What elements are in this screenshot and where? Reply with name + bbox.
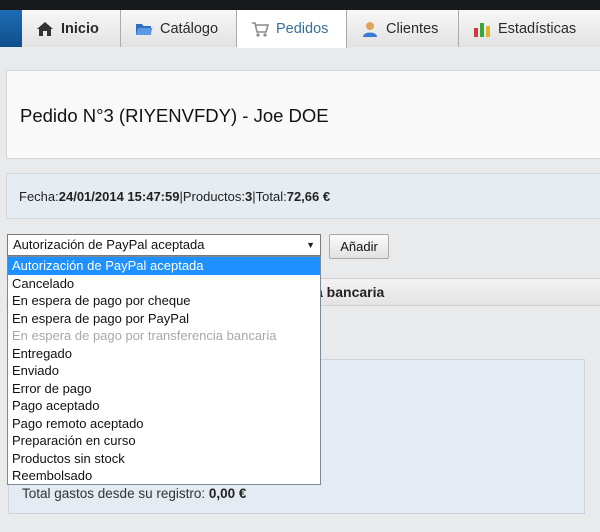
page-title: Pedido N°3 (RIYENVFDY) - Joe DOE bbox=[20, 105, 329, 126]
status-option[interactable]: Productos sin stock bbox=[8, 450, 320, 468]
tab-clientes-label: Clientes bbox=[386, 20, 439, 37]
folder-icon bbox=[135, 20, 153, 38]
tab-pedidos-label: Pedidos bbox=[276, 21, 329, 37]
status-option[interactable]: Error de pago bbox=[8, 380, 320, 398]
products-value: 3 bbox=[245, 188, 253, 204]
dropdown-arrow-icon[interactable]: ▼ bbox=[306, 235, 315, 255]
tab-catalogo[interactable]: Catálogo bbox=[121, 10, 237, 47]
total-label: Total: bbox=[255, 188, 287, 204]
tab-pedidos[interactable]: Pedidos bbox=[237, 10, 347, 48]
user-icon bbox=[361, 20, 379, 38]
add-status-button[interactable]: Añadir bbox=[329, 234, 389, 259]
status-option[interactable]: Reembolsado bbox=[8, 467, 320, 485]
status-option[interactable]: Enviado bbox=[8, 362, 320, 380]
status-option[interactable]: En espera de pago por PayPal bbox=[8, 310, 320, 328]
status-option[interactable]: Pago remoto aceptado bbox=[8, 415, 320, 433]
order-status-select[interactable]: Autorización de PayPal aceptada ▼ bbox=[7, 234, 321, 256]
order-title-panel: Pedido N°3 (RIYENVFDY) - Joe DOE bbox=[6, 70, 600, 159]
order-summary-bar: Fecha: 24/01/2014 15:47:59 | Productos: … bbox=[6, 173, 600, 219]
date-value: 24/01/2014 15:47:59 bbox=[58, 188, 180, 204]
cart-icon bbox=[251, 20, 270, 38]
products-label: Productos: bbox=[182, 188, 246, 204]
top-strip bbox=[0, 0, 600, 10]
total-spent-label: Total gastos desde su registro: bbox=[22, 486, 206, 501]
total-value: 72,66 € bbox=[286, 188, 331, 204]
customer-total-spent: Total gastos desde su registro: 0,00 € bbox=[22, 486, 246, 501]
date-label: Fecha: bbox=[19, 188, 59, 204]
payment-method-title-fragment: a bancaria bbox=[315, 284, 385, 300]
tab-clientes[interactable]: Clientes bbox=[347, 10, 459, 47]
main-tab-bar: Inicio Catálogo Pedidos Clientes Estadís… bbox=[0, 10, 600, 48]
status-option[interactable]: Autorización de PayPal aceptada bbox=[8, 257, 320, 275]
status-option[interactable]: En espera de pago por cheque bbox=[8, 292, 320, 310]
tab-bar-left-edge bbox=[0, 10, 22, 47]
status-option[interactable]: Pago aceptado bbox=[8, 397, 320, 415]
tab-estadisticas-label: Estadísticas bbox=[498, 20, 577, 37]
tab-estadisticas[interactable]: Estadísticas bbox=[459, 10, 600, 47]
home-icon bbox=[36, 20, 54, 38]
order-status-dropdown-list[interactable]: Autorización de PayPal aceptada Cancelad… bbox=[7, 256, 321, 485]
bar-chart-icon bbox=[473, 20, 491, 38]
tab-inicio[interactable]: Inicio bbox=[22, 10, 121, 47]
order-status-selected-value: Autorización de PayPal aceptada bbox=[13, 237, 205, 252]
tab-inicio-label: Inicio bbox=[61, 20, 99, 37]
status-option[interactable]: Entregado bbox=[8, 345, 320, 363]
status-option-disabled: En espera de pago por transferencia banc… bbox=[12, 328, 277, 343]
status-option[interactable]: Preparación en curso bbox=[8, 432, 320, 450]
status-option[interactable]: Cancelado bbox=[8, 275, 320, 293]
total-spent-value: 0,00 € bbox=[208, 486, 247, 501]
tab-catalogo-label: Catálogo bbox=[160, 20, 219, 37]
